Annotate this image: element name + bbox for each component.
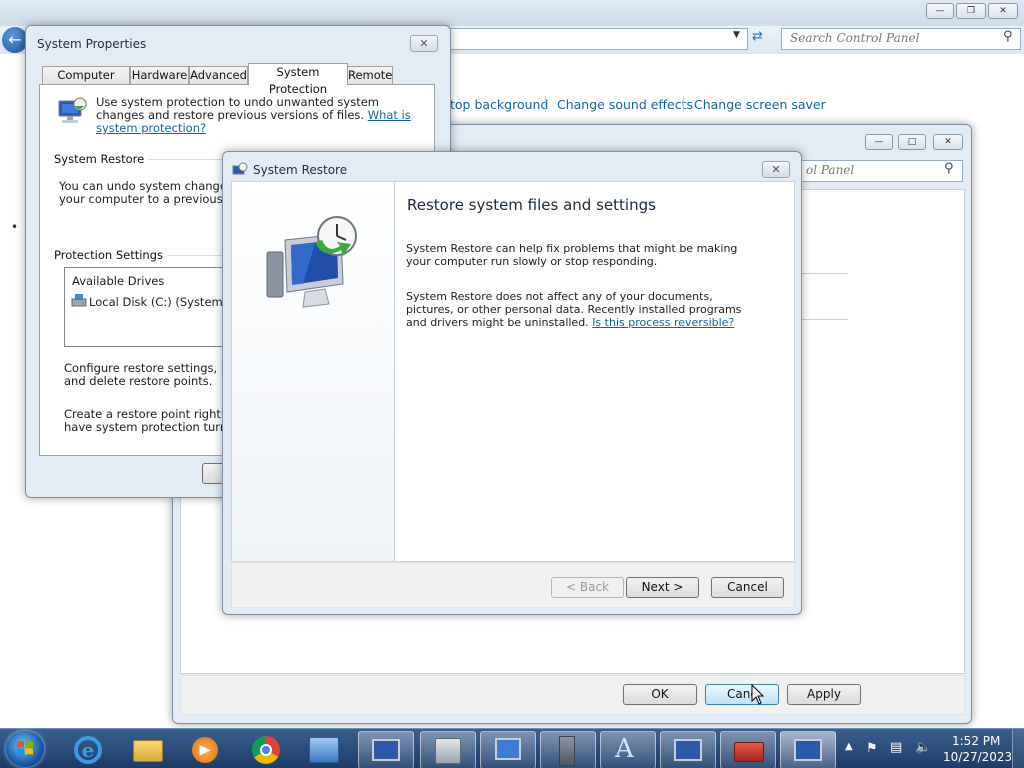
system-restore-dialog: System Restore ✕ Restore system files an… bbox=[222, 151, 802, 615]
search-icon[interactable]: ⚲ bbox=[944, 161, 954, 176]
cancel-button[interactable]: Cancel bbox=[711, 577, 784, 598]
tab-remote[interactable]: Remote bbox=[347, 66, 393, 84]
link-desktop-background[interactable]: top background bbox=[450, 97, 548, 112]
show-hidden-icons-icon[interactable]: ▲ bbox=[845, 741, 853, 752]
tab-system-protection[interactable]: System Protection bbox=[248, 63, 348, 96]
chrome-icon[interactable] bbox=[238, 731, 294, 768]
minimize-button[interactable]: — bbox=[865, 134, 893, 150]
wizard-para-2: System Restore does not affect any of yo… bbox=[406, 290, 756, 329]
tab-advanced[interactable]: Advanced bbox=[189, 66, 248, 84]
link-separator bbox=[545, 96, 546, 112]
next-button[interactable]: Next > bbox=[626, 577, 699, 598]
internet-explorer-icon[interactable]: e bbox=[60, 731, 116, 768]
computer-management-task-icon[interactable] bbox=[480, 731, 536, 768]
drives-header[interactable]: Available Drives bbox=[72, 274, 164, 288]
device-manager-task-icon[interactable] bbox=[420, 731, 476, 768]
system-restore-title-icon bbox=[232, 162, 248, 178]
configure-text: and delete restore points. bbox=[64, 374, 213, 388]
dialog-title: System Properties bbox=[37, 37, 147, 51]
is-process-reversible-link[interactable]: Is this process reversible? bbox=[592, 316, 734, 329]
search-input[interactable]: ol Panel bbox=[806, 163, 854, 177]
clock-time[interactable]: 1:52 PM bbox=[952, 734, 1000, 748]
mouse-cursor-icon bbox=[751, 683, 765, 706]
maximize-button[interactable]: □ bbox=[898, 134, 926, 150]
media-player-icon[interactable]: ▶ bbox=[178, 731, 234, 768]
address-dropdown-icon[interactable]: ▼ bbox=[733, 30, 740, 40]
back-button[interactable]: < Back bbox=[551, 577, 624, 598]
close-button[interactable]: ✕ bbox=[762, 161, 790, 178]
network-icon[interactable]: ▤ bbox=[890, 740, 902, 755]
intro-text: Use system protection to undo unwanted s… bbox=[96, 96, 416, 135]
link-change-sound-effects[interactable]: Change sound effects bbox=[557, 97, 693, 112]
system-properties-task-icon[interactable] bbox=[358, 731, 414, 768]
tab-computer-name[interactable]: Computer Name bbox=[42, 66, 130, 99]
show-desktop-button[interactable] bbox=[1012, 729, 1024, 768]
wizard-heading: Restore system files and settings bbox=[407, 196, 656, 214]
search-icon[interactable]: ⚲ bbox=[1003, 29, 1013, 44]
start-button-icon[interactable] bbox=[6, 731, 44, 767]
clock-date[interactable]: 10/27/2023 bbox=[943, 750, 1012, 764]
intro-description: Use system protection to undo unwanted s… bbox=[96, 95, 379, 122]
server-task-icon[interactable] bbox=[540, 731, 596, 768]
close-button[interactable]: ✕ bbox=[933, 134, 963, 150]
close-button[interactable]: ✕ bbox=[410, 35, 438, 52]
control-panel-icon[interactable] bbox=[297, 731, 353, 768]
font-viewer-task-icon[interactable]: A bbox=[600, 731, 656, 768]
system-protection-icon bbox=[56, 96, 88, 126]
tab-strip: Computer Name Hardware Advanced System P… bbox=[42, 63, 442, 99]
taskbar: e ▶ A ▲ ⚑ ▤ 🔈 1:52 PM 10/27/2023 bbox=[0, 728, 1024, 768]
wizard-para-1: System Restore can help fix problems tha… bbox=[406, 242, 738, 268]
search-input[interactable]: Search Control Panel bbox=[790, 31, 919, 45]
volume-icon[interactable]: 🔈 bbox=[915, 740, 931, 755]
minimize-button[interactable]: — bbox=[926, 3, 954, 19]
refresh-icon[interactable]: ⇄ bbox=[752, 29, 763, 44]
dialog-title: System Restore bbox=[253, 163, 348, 177]
link-change-screen-saver[interactable]: Change screen saver bbox=[694, 97, 826, 112]
apply-button[interactable]: Apply bbox=[787, 684, 861, 705]
system-restore-heading: System Restore bbox=[54, 152, 149, 166]
ok-button[interactable]: OK bbox=[623, 684, 697, 705]
bullet-icon: • bbox=[11, 220, 19, 234]
toolbox-task-icon[interactable] bbox=[720, 731, 776, 768]
system-restore-task-icon[interactable] bbox=[780, 731, 836, 768]
file-explorer-icon[interactable] bbox=[120, 731, 176, 768]
protection-settings-heading: Protection Settings bbox=[54, 248, 168, 262]
link-separator bbox=[683, 96, 684, 112]
drive-item[interactable]: Local Disk (C:) (System) bbox=[89, 295, 227, 309]
address-bar[interactable] bbox=[440, 28, 748, 50]
control-panel-titlebar bbox=[0, 0, 1024, 26]
action-center-icon[interactable]: ⚑ bbox=[866, 741, 878, 756]
system-task-icon[interactable] bbox=[660, 731, 716, 768]
system-restore-illustration-icon bbox=[263, 212, 363, 312]
cancel-button[interactable]: Canc bbox=[705, 684, 779, 705]
close-button[interactable]: ✕ bbox=[988, 3, 1018, 19]
drive-icon bbox=[71, 293, 87, 307]
tab-hardware[interactable]: Hardware bbox=[130, 66, 189, 84]
wizard-content bbox=[395, 181, 795, 562]
restore-button[interactable]: ❐ bbox=[956, 3, 986, 19]
